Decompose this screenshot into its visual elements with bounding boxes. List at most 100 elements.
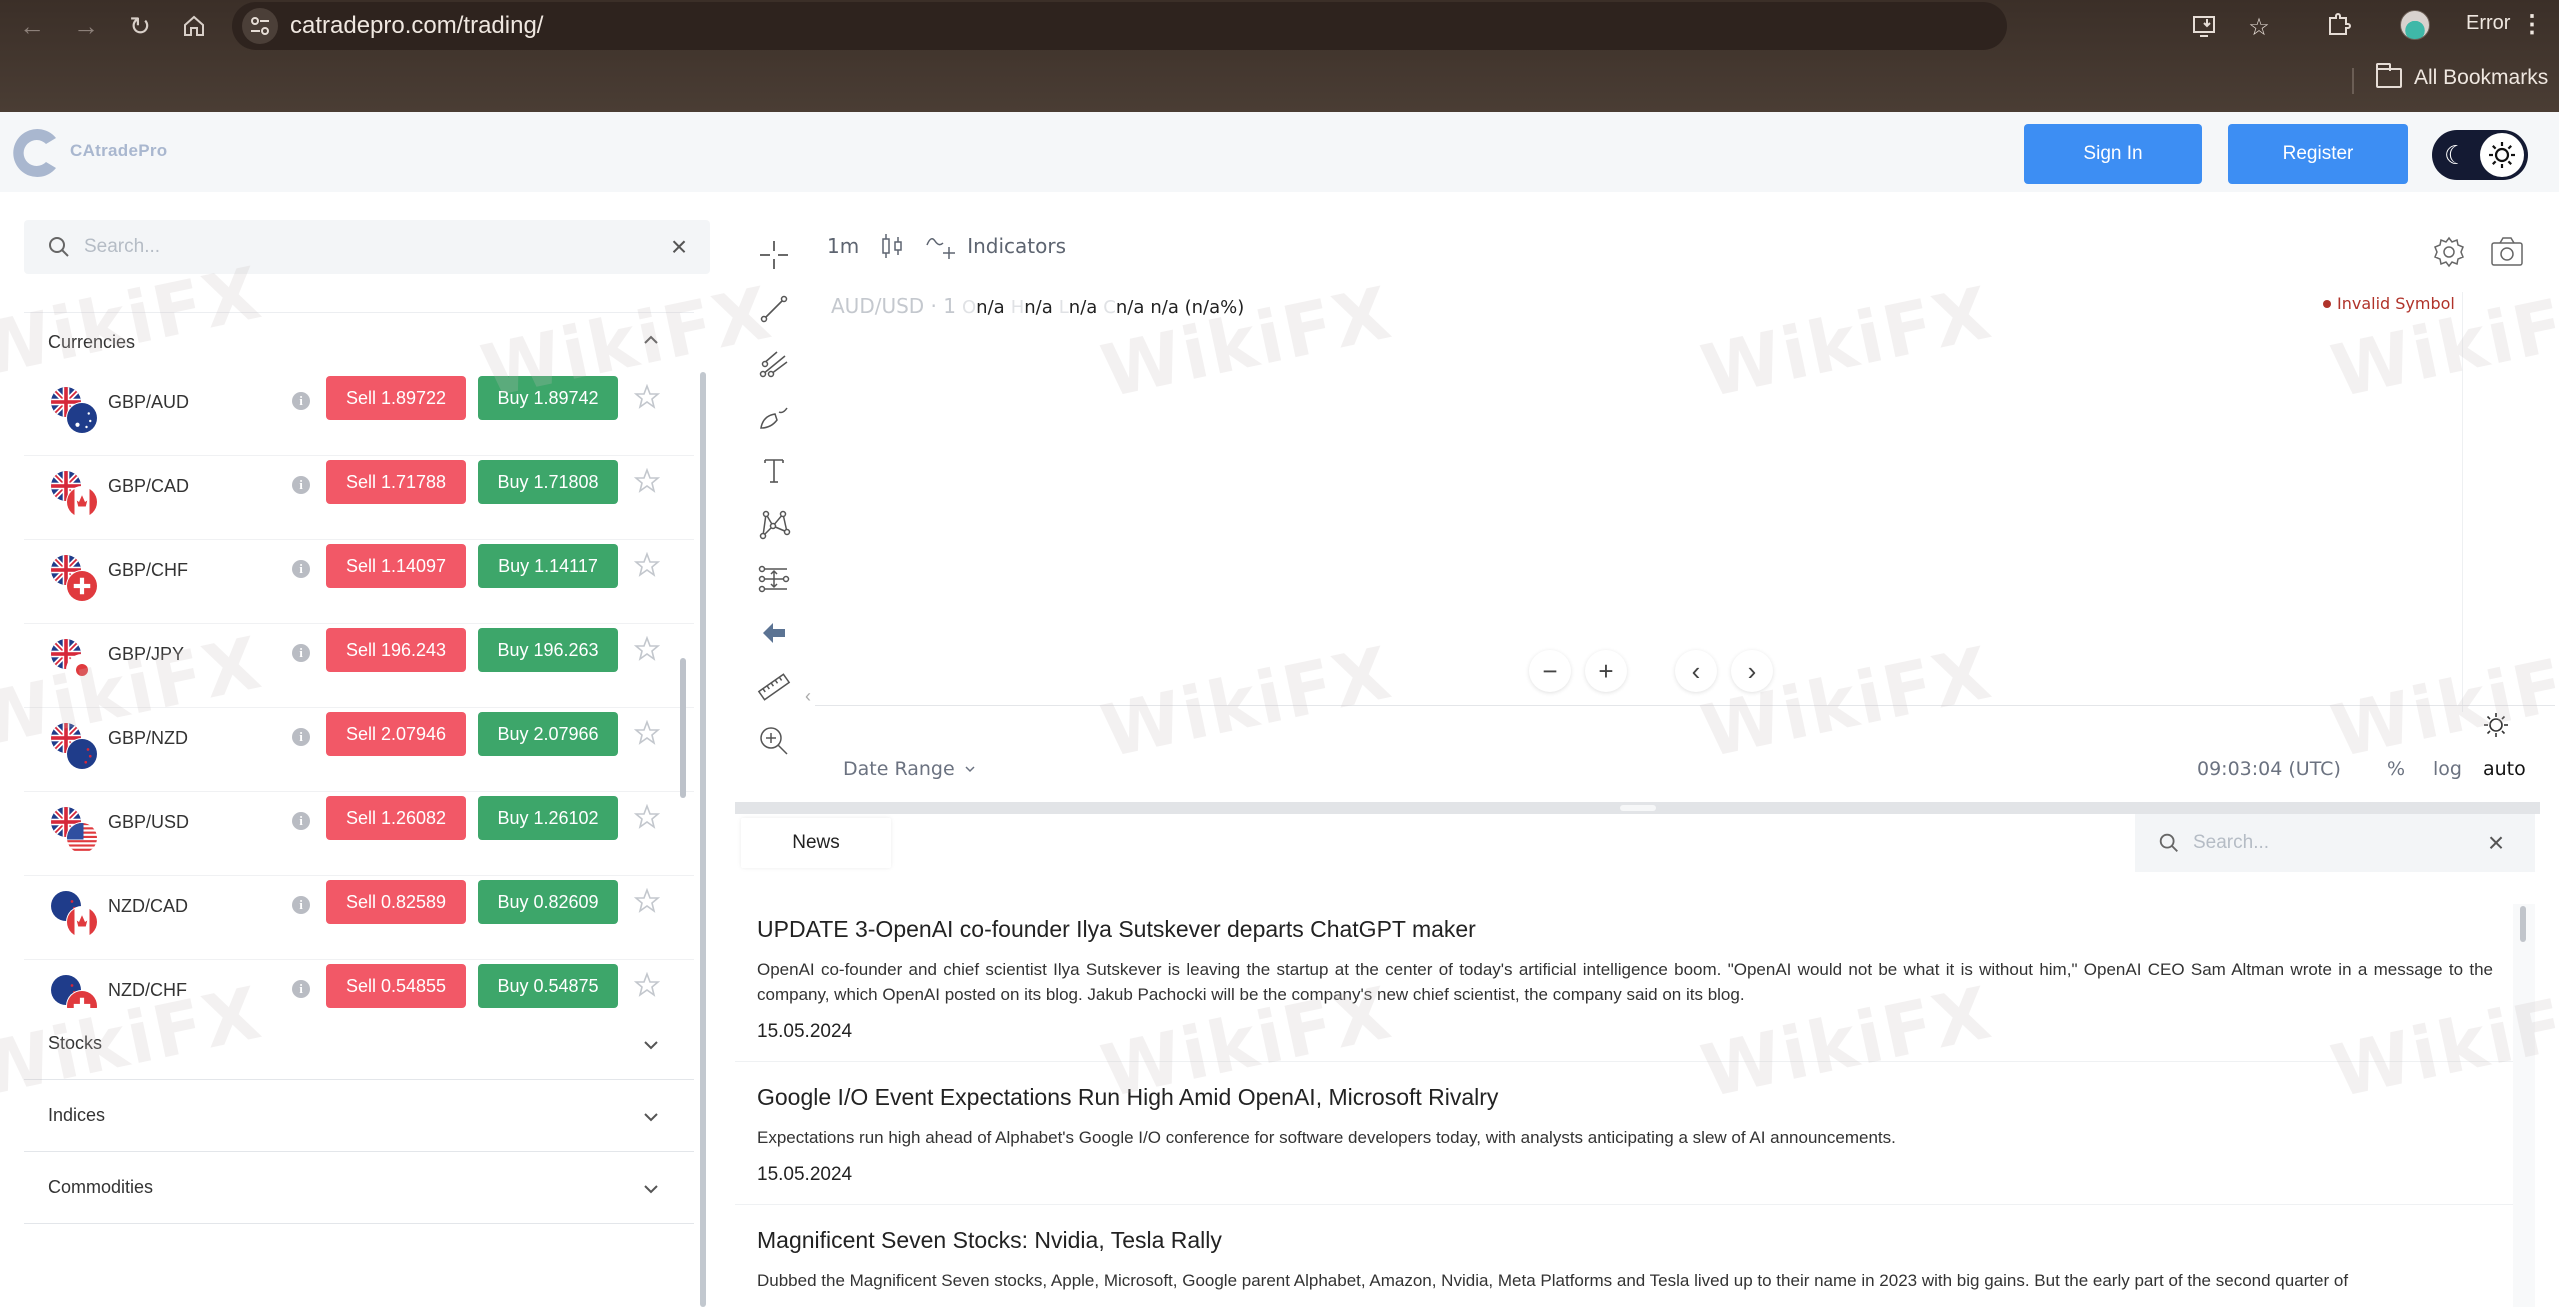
time-axis-settings-icon[interactable] (2481, 710, 2511, 740)
toolbar-collapse-icon[interactable]: ‹ (805, 686, 811, 707)
info-icon[interactable]: i (292, 644, 310, 662)
sell-button[interactable]: Sell 1.71788 (326, 460, 466, 504)
profile-status[interactable]: Error (2466, 12, 2510, 35)
time-axis[interactable] (815, 705, 2555, 706)
tab-news[interactable]: News (741, 818, 891, 868)
pitchfork-icon[interactable] (753, 342, 795, 384)
register-button[interactable]: Register (2228, 124, 2408, 184)
buy-button[interactable]: Buy 1.26102 (478, 796, 618, 840)
info-icon[interactable]: i (292, 728, 310, 746)
buy-button[interactable]: Buy 2.07966 (478, 712, 618, 756)
news-title[interactable]: Magnificent Seven Stocks: Nvidia, Tesla … (757, 1227, 2493, 1254)
sell-button[interactable]: Sell 0.54855 (326, 964, 466, 1008)
all-bookmarks-button[interactable]: All Bookmarks (2375, 63, 2548, 90)
pair-symbol[interactable]: GBP/CAD (108, 476, 189, 497)
interval-button[interactable]: 1m (827, 234, 859, 258)
category-currencies[interactable]: Currencies (24, 312, 694, 372)
favorite-star-icon[interactable] (634, 636, 660, 662)
forward-icon[interactable]: → (68, 8, 104, 44)
info-icon[interactable]: i (292, 980, 310, 998)
reload-icon[interactable]: ↻ (122, 8, 158, 44)
instrument-row[interactable]: GBP/JPY i Sell 196.243 Buy 196.263 (24, 624, 694, 708)
market-search-input[interactable] (84, 230, 644, 264)
instrument-row[interactable]: GBP/CHF i Sell 1.14097 Buy 1.14117 (24, 540, 694, 624)
scroll-left-button[interactable]: ‹ (1675, 650, 1717, 692)
clear-search-icon[interactable]: × (664, 232, 694, 262)
instrument-row[interactable]: GBP/USD i Sell 1.26082 Buy 1.26102 (24, 792, 694, 876)
buy-button[interactable]: Buy 1.71808 (478, 460, 618, 504)
log-scale-toggle[interactable]: log (2433, 758, 2462, 780)
zoom-out-button[interactable]: − (1529, 650, 1571, 692)
category-stocks[interactable]: Stocks (24, 1008, 694, 1080)
sign-in-button[interactable]: Sign In (2024, 124, 2202, 184)
news-scroll-track[interactable] (2513, 904, 2535, 1307)
url-text[interactable]: catradepro.com/trading/ (290, 12, 543, 40)
news-item[interactable]: Google I/O Event Expectations Run High A… (735, 1062, 2515, 1205)
pair-symbol[interactable]: GBP/NZD (108, 728, 188, 749)
sell-button[interactable]: Sell 1.89722 (326, 376, 466, 420)
favorite-star-icon[interactable] (634, 804, 660, 830)
info-icon[interactable]: i (292, 392, 310, 410)
buy-button[interactable]: Buy 1.14117 (478, 544, 618, 588)
favorite-star-icon[interactable] (634, 972, 660, 998)
crosshair-icon[interactable] (753, 234, 795, 276)
ruler-icon[interactable] (753, 666, 795, 708)
menu-kebab-icon[interactable]: ⋮ (2520, 10, 2544, 39)
indicators-button[interactable]: Indicators (925, 231, 1066, 261)
profile-avatar[interactable] (2400, 10, 2430, 40)
favorite-star-icon[interactable] (634, 468, 660, 494)
favorite-star-icon[interactable] (634, 720, 660, 746)
news-item[interactable]: Magnificent Seven Stocks: Nvidia, Tesla … (735, 1205, 2515, 1307)
category-indices[interactable]: Indices (24, 1080, 694, 1152)
theme-toggle[interactable]: ☾ (2432, 130, 2528, 180)
chart-symbol-label[interactable]: AUD/USD · 1 (831, 294, 956, 318)
trend-line-icon[interactable] (753, 288, 795, 330)
favorite-star-icon[interactable] (634, 552, 660, 578)
pair-symbol[interactable]: GBP/JPY (108, 644, 184, 665)
brand-logo-icon[interactable] (10, 124, 64, 182)
pair-symbol[interactable]: GBP/USD (108, 812, 189, 833)
panel-scrollbar[interactable] (700, 372, 706, 1307)
back-arrow-icon[interactable] (753, 612, 795, 654)
scroll-right-button[interactable]: › (1731, 650, 1773, 692)
pair-symbol[interactable]: NZD/CAD (108, 896, 188, 917)
text-icon[interactable] (753, 450, 795, 492)
install-app-icon[interactable] (2190, 12, 2220, 42)
category-commodities[interactable]: Commodities (24, 1152, 694, 1224)
pattern-icon[interactable] (753, 504, 795, 546)
sell-button[interactable]: Sell 0.82589 (326, 880, 466, 924)
favorite-star-icon[interactable] (634, 888, 660, 914)
buy-button[interactable]: Buy 1.89742 (478, 376, 618, 420)
bookmark-star-icon[interactable]: ☆ (2244, 12, 2274, 42)
date-range-dropdown[interactable]: Date Range (843, 758, 977, 780)
chart-news-splitter[interactable] (735, 802, 2540, 814)
news-title[interactable]: Google I/O Event Expectations Run High A… (757, 1084, 2493, 1111)
utc-clock[interactable]: 09:03:04 (UTC) (2197, 758, 2341, 780)
pair-symbol[interactable]: GBP/AUD (108, 392, 189, 413)
extensions-icon[interactable] (2322, 8, 2356, 42)
info-icon[interactable]: i (292, 560, 310, 578)
buy-button[interactable]: Buy 0.54875 (478, 964, 618, 1008)
address-bar[interactable]: catradepro.com/trading/ ☆ (232, 2, 2270, 50)
zoom-in-button[interactable]: + (1585, 650, 1627, 692)
info-icon[interactable]: i (292, 896, 310, 914)
chart-settings-gear-icon[interactable] (2431, 234, 2467, 270)
sell-button[interactable]: Sell 1.26082 (326, 796, 466, 840)
instrument-row[interactable]: GBP/NZD i Sell 2.07946 Buy 2.07966 (24, 708, 694, 792)
info-icon[interactable]: i (292, 476, 310, 494)
instrument-row[interactable]: GBP/CAD i Sell 1.71788 Buy 1.71808 (24, 456, 694, 540)
splitter-grip[interactable] (1620, 805, 1656, 811)
auto-scale-toggle[interactable]: auto (2483, 758, 2526, 780)
currency-list-scrollbar[interactable] (680, 658, 686, 798)
percent-scale-toggle[interactable]: % (2387, 758, 2405, 780)
news-item[interactable]: UPDATE 3-OpenAI co-founder Ilya Sutskeve… (735, 894, 2515, 1062)
info-icon[interactable]: i (292, 812, 310, 830)
brush-icon[interactable] (753, 396, 795, 438)
buy-button[interactable]: Buy 196.263 (478, 628, 618, 672)
instrument-row[interactable]: GBP/AUD i Sell 1.89722 Buy 1.89742 (24, 372, 694, 456)
instrument-row[interactable]: NZD/CAD i Sell 0.82589 Buy 0.82609 (24, 876, 694, 960)
chart-type-icon[interactable] (879, 232, 905, 260)
sell-button[interactable]: Sell 1.14097 (326, 544, 466, 588)
screenshot-camera-icon[interactable] (2489, 234, 2525, 270)
brand-name[interactable]: CAtradePro (70, 141, 167, 161)
